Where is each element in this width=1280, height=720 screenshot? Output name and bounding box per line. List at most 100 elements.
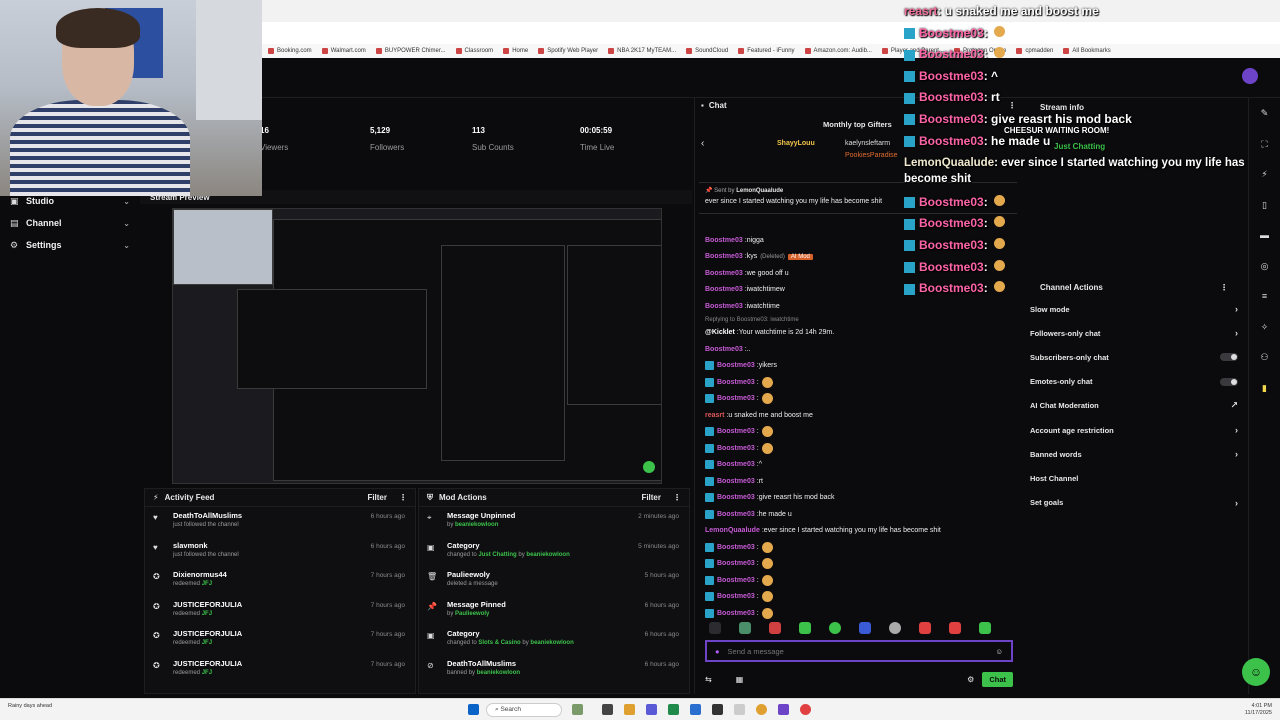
more-options-icon[interactable]: ⋮ [399,493,407,502]
taskbar-search[interactable]: ⌕ Search [486,703,562,717]
activity-item[interactable]: ✪ Dixienormus44 redeemed JFJ 7 hours ago [145,566,415,596]
calendar-icon[interactable]: ▦ [736,675,744,684]
emote-icon[interactable] [979,622,991,634]
explorer-icon[interactable] [624,704,635,715]
chat-message[interactable]: Boostme03: nigga [705,232,1015,249]
chat-username[interactable]: Boostme03 [717,461,755,468]
chat-username[interactable]: Boostme03 [717,610,755,617]
channel-action-item[interactable]: Followers-only chat › [1024,321,1244,345]
more-options-icon[interactable]: ⋮ [1008,101,1016,111]
mod-action-item[interactable]: ▣ Category changed to Just Chatting by bea… [419,537,689,567]
channel-action-item[interactable]: Set goals › [1024,491,1244,515]
channel-action-item[interactable]: Slow mode › [1024,297,1244,321]
chat-username[interactable]: Boostme03 [705,237,743,244]
chat-icon[interactable]: ▬ [1249,220,1280,251]
bookmark-link[interactable]: Classroom [455,48,493,54]
user-avatar[interactable] [1242,68,1258,84]
bookmark-link[interactable]: Home [503,48,528,54]
chat-message[interactable]: Boostme03: iwatchtimew [705,282,1015,299]
app-icon[interactable] [778,704,789,715]
chat-username[interactable]: Boostme03 [717,428,755,435]
toggle-switch[interactable] [1220,353,1238,362]
widget-icon[interactable] [572,704,583,715]
channel-action-item[interactable]: AI Chat Moderation ↗ [1024,394,1244,418]
chat-message[interactable]: Boostme03: we good off u [705,265,1015,282]
mod-action-item[interactable]: 🗑 Paulieewoly deleted a message 5 hours ago [419,566,689,596]
emote-icon[interactable] [799,622,811,634]
chat-username[interactable]: Boostme03 [717,478,755,485]
bookmark-link[interactable]: All Bookmarks [1063,48,1111,54]
emote-icon[interactable] [829,622,841,634]
chrome-icon[interactable] [756,704,767,715]
fullscreen-icon[interactable]: ⛶ [1249,129,1280,160]
taskview-icon[interactable] [602,704,613,715]
chat-input[interactable]: ● Send a message ☺ [705,640,1013,662]
more-options-icon[interactable]: ⋮ [673,493,681,502]
chat-message[interactable]: LemonQuaalude: ever since I started watc… [705,523,1015,540]
bookmark-link[interactable]: cpmadden [1016,48,1053,54]
chat-username[interactable]: Boostme03 [717,577,755,584]
chat-username[interactable]: Boostme03 [717,544,755,551]
link-icon[interactable]: ⇆ [705,675,712,684]
chat-message[interactable]: @Kicklet: Your watchtime is 2d 14h 29m. [705,325,1015,342]
chat-message[interactable]: reasrt: u snaked me and boost me [705,407,1015,424]
chat-message[interactable]: Boostme03: give reasrt his mod back [705,490,1015,507]
chat-username[interactable]: Boostme03 [717,560,755,567]
app-icon[interactable] [800,704,811,715]
emoji-icon[interactable]: ☺ [995,647,1003,656]
chat-message[interactable]: Boostme03: rt [705,473,1015,490]
chat-username[interactable]: Boostme03 [705,346,743,353]
pinned-message[interactable]: 📌 Sent by LemonQuaalude ever since I sta… [699,182,1017,214]
chat-message[interactable]: Boostme03: he made u [705,506,1015,523]
bookmark-link[interactable]: SoundCloud [686,48,728,54]
stream-preview[interactable] [172,208,662,484]
emote-icon[interactable] [889,622,901,634]
activity-item[interactable]: ✪ JUSTICEFORJULIA redeemed JFJ 7 hours ago [145,655,415,685]
chat-username[interactable]: LemonQuaalude [705,527,760,534]
activity-item[interactable]: ♥ slavmonk just followed the channel 6 hour… [145,537,415,567]
windows-start-icon[interactable] [468,704,479,715]
send-chat-button[interactable]: Chat [982,671,1013,687]
activity-item[interactable]: ♥ DeathToAllMuslims just followed the chan… [145,507,415,537]
people-icon[interactable]: ⚇ [1249,342,1280,373]
chat-message[interactable]: Boostme03: ^ [705,457,1015,474]
app-icon[interactable] [690,704,701,715]
chat-message[interactable]: Boostme03: [705,589,1015,606]
activity-item[interactable]: ✪ JUSTICEFORJULIA redeemed JFJ 7 hours ago [145,625,415,655]
app-icon[interactable] [734,704,745,715]
mod-action-item[interactable]: ⌖ Message Unpinned by beaniekowloon 2 minut… [419,507,689,537]
chat-username[interactable]: Boostme03 [717,379,755,386]
clapper-icon[interactable]: ▮ [1249,373,1280,404]
chat-username[interactable]: @Kicklet [705,329,735,336]
mod-action-item[interactable]: ▣ Category changed to Slots & Casino by be… [419,625,689,655]
chat-username[interactable]: Boostme03 [705,253,743,260]
weather-widget[interactable]: Rainy days ahead [8,703,78,710]
microphone-icon[interactable]: ● [715,647,720,656]
emote-icon[interactable] [769,622,781,634]
bolt-icon[interactable]: ⚡ [1249,159,1280,190]
toggle-switch[interactable] [1220,377,1238,386]
bookmark-link[interactable]: Protogen Online [953,48,1006,54]
chat-message[interactable]: Boostme03: iwatchtime [705,298,1015,315]
bookmark-link[interactable]: Booking.com [268,48,312,54]
wrench-icon[interactable]: ✧ [1249,312,1280,343]
support-chat-icon[interactable]: ☺ [1242,658,1270,686]
bookmark-link[interactable]: BUYPOWER Chimer... [375,48,446,54]
audio-icon[interactable]: ◎ [1249,251,1280,282]
chat-message[interactable]: Boostme03: [705,605,1015,622]
channel-action-item[interactable]: Host Channel [1024,466,1244,490]
chat-message[interactable]: Boostme03: .. [705,341,1015,358]
nav-channel[interactable]: ▤ Channel ⌄ [0,212,140,234]
chat-message[interactable]: Boostme03: [705,424,1015,441]
activity-item[interactable]: ✪ JUSTICEFORJULIA redeemed JFJ 7 hours ago [145,596,415,626]
nav-settings[interactable]: ⚙ Settings ⌄ [0,234,140,256]
gifter-3[interactable]: PookiesParadise [845,152,898,159]
chat-message[interactable]: Boostme03: [705,539,1015,556]
chat-message[interactable]: Boostme03: [705,440,1015,457]
bookmark-link[interactable]: Featured - iFunny [738,48,795,54]
list-icon[interactable]: ≡ [1249,281,1280,312]
back-arrow-icon[interactable]: ‹ [701,138,704,149]
chat-message[interactable]: Boostme03: [705,374,1015,391]
external-link-icon[interactable]: ↗ [1230,400,1238,411]
emote-icon[interactable] [919,622,931,634]
